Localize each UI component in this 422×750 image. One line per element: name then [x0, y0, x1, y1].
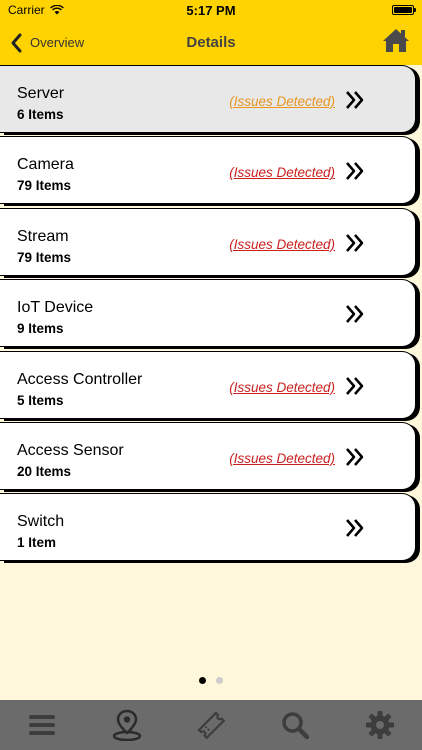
battery-icon	[392, 5, 416, 15]
item-count: 20 Items	[17, 463, 72, 479]
issues-detected-link[interactable]: (Issues Detected)	[229, 237, 335, 252]
tab-settings[interactable]	[355, 700, 405, 750]
list-item-switch[interactable]: Switch 1 Item	[0, 493, 416, 562]
home-icon	[383, 29, 409, 52]
item-count: 79 Items	[17, 249, 72, 265]
nav-bar: Overview Details	[0, 20, 422, 65]
double-chevron-right-icon	[346, 162, 364, 181]
item-name: Camera	[17, 156, 74, 174]
search-icon	[282, 712, 310, 739]
double-chevron-right-icon	[346, 91, 364, 109]
ticket-icon	[197, 711, 226, 740]
device-list: Server 6 Items (Issues Detected) Camera …	[0, 65, 422, 565]
home-button[interactable]	[382, 27, 410, 58]
double-chevron-right-icon	[346, 519, 364, 538]
tab-bar	[0, 700, 422, 750]
item-count: 79 Items	[17, 178, 72, 194]
tab-search[interactable]	[270, 700, 320, 750]
tab-ticket[interactable]	[186, 700, 236, 750]
page-dot-active[interactable]	[199, 677, 206, 684]
item-name: Access Controller	[17, 370, 143, 388]
tab-menu[interactable]	[17, 700, 67, 750]
item-name: Stream	[17, 227, 69, 245]
double-chevron-right-icon	[346, 376, 364, 395]
list-item-stream[interactable]: Stream 79 Items (Issues Detected)	[0, 207, 416, 276]
page-indicator	[0, 677, 422, 684]
double-chevron-right-icon	[346, 305, 364, 323]
list-item-iot-device[interactable]: IoT Device 9 Items	[0, 279, 416, 348]
list-item-access-controller[interactable]: Access Controller 5 Items (Issues Detect…	[0, 350, 416, 419]
list-item-camera[interactable]: Camera 79 Items (Issues Detected)	[0, 136, 416, 205]
map-pin-icon	[112, 709, 141, 741]
list-item-access-sensor[interactable]: Access Sensor 20 Items (Issues Detected)	[0, 421, 416, 490]
issues-detected-link[interactable]: (Issues Detected)	[229, 165, 335, 180]
page-dot[interactable]	[216, 677, 223, 684]
item-name: IoT Device	[17, 299, 94, 317]
item-name: Access Sensor	[17, 441, 124, 459]
double-chevron-right-icon	[346, 448, 364, 466]
issues-detected-link[interactable]: (Issues Detected)	[229, 94, 335, 109]
item-count: 1 Item	[17, 535, 57, 551]
item-name: Switch	[17, 513, 65, 531]
item-name: Server	[17, 85, 65, 102]
gear-icon	[365, 711, 394, 739]
item-count: 5 Items	[17, 392, 64, 408]
issues-detected-link[interactable]: (Issues Detected)	[229, 451, 335, 466]
double-chevron-right-icon	[346, 233, 364, 252]
list-item-server[interactable]: Server 6 Items (Issues Detected)	[0, 65, 416, 133]
item-count: 6 Items	[17, 107, 64, 122]
status-time: 5:17 PM	[186, 3, 236, 18]
tab-map[interactable]	[102, 700, 152, 750]
menu-icon	[29, 715, 56, 735]
page-title: Details	[186, 34, 236, 51]
status-bar: Carrier 5:17 PM	[0, 0, 422, 20]
issues-detected-link[interactable]: (Issues Detected)	[229, 380, 335, 395]
item-count: 9 Items	[17, 321, 64, 337]
